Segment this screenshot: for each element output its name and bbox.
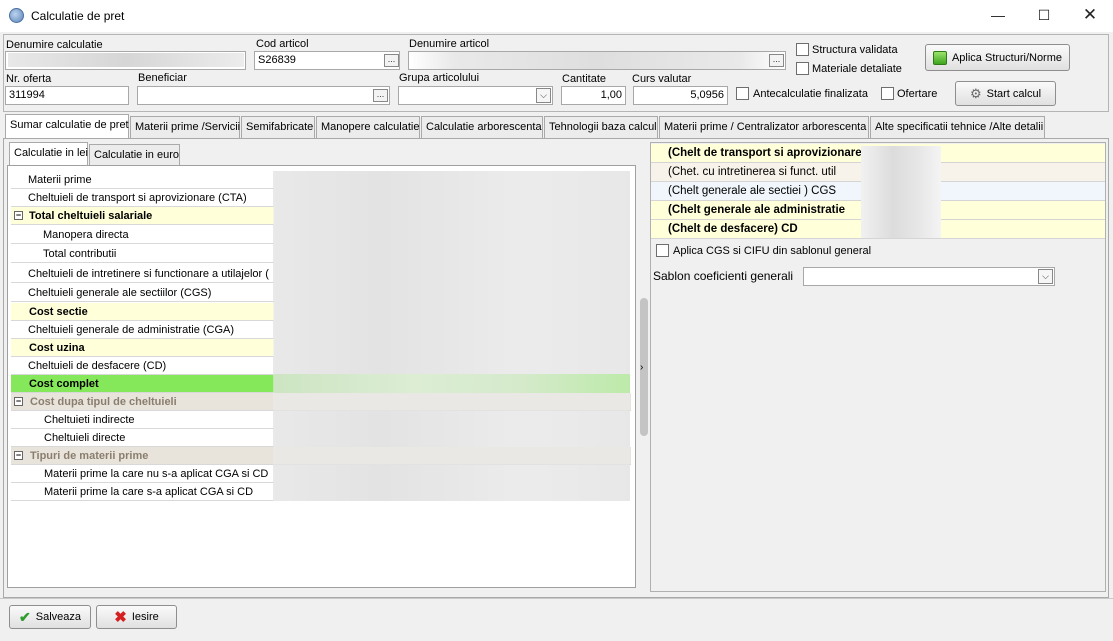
grid-row[interactable]: Cheltuieli generale de administratie (CG… [11,321,274,339]
aplica-cgs-checkbox[interactable] [656,244,669,257]
collapse-icon[interactable]: − [14,211,23,220]
start-calcul-button[interactable]: ⚙ Start calcul [955,81,1056,106]
ofertare-checkbox[interactable] [881,87,894,100]
tab-sumar[interactable]: Sumar calculatie de pret [5,114,129,139]
tab-alte-specificatii[interactable]: Alte specificatii tehnice /Alte detalii [870,116,1045,138]
sablon-select[interactable] [803,267,1055,286]
subtab-euro[interactable]: Calculatie in euro [89,144,180,165]
checkmark-icon: ✔ [19,608,31,625]
beneficiar-input[interactable] [137,86,390,105]
aplica-cgs-label: Aplica CGS si CIFU din sablonul general [673,245,872,257]
tab-manopere[interactable]: Manopere calculatie [316,116,420,138]
nr-oferta-label: Nr. oferta [6,73,52,85]
exit-button[interactable]: ✖ Iesire [96,605,177,629]
cantitate-input[interactable]: 1,00 [561,86,626,105]
grid-row[interactable]: Cheltuieli de desfacere (CD) [11,357,274,375]
sablon-label: Sablon coeficienti generali [653,269,794,283]
grid-row[interactable]: Cheltuieli generale ale sectiilor (CGS) [11,284,274,302]
antecalculatie-finalizata-checkbox[interactable] [736,87,749,100]
collapse-icon[interactable]: − [14,451,23,460]
cod-articol-browse-button[interactable]: ... [384,54,399,67]
materiale-detaliate-checkbox[interactable] [796,62,809,75]
grupa-articolului-select[interactable] [398,86,553,105]
minimize-icon[interactable]: — [975,0,1021,30]
grid-row[interactable]: Cheltuieli de transport si aprovizionare… [11,189,274,207]
ofertare-label: Ofertare [897,88,938,100]
structura-validata-label: Structura validata [812,44,898,56]
chevron-down-icon[interactable]: ⌵ [1038,269,1053,284]
nr-oferta-input[interactable]: 311994 [5,86,129,105]
structura-validata-checkbox[interactable] [796,43,809,56]
title-bar: Calculatie de pret — ☐ ✕ [0,0,1113,32]
grid-row[interactable]: Materii prime la care s-a aplicat CGA si… [11,483,274,501]
cod-articol-input[interactable]: S26839 [254,51,400,70]
cod-articol-label: Cod articol [256,38,309,50]
tab-tehnologii[interactable]: Tehnologii baza calcul [544,116,658,138]
grid-row[interactable]: Materii prime la care nu s-a aplicat CGA… [11,465,274,483]
chevron-right-icon[interactable]: › [640,362,643,373]
app-icon [9,8,24,23]
grid-row[interactable]: Cost uzina [11,339,274,357]
aplica-structuri-button[interactable]: Aplica Structuri/Norme [925,44,1070,71]
grid-row[interactable]: Cheltuieli de intretinere si functionare… [11,265,274,283]
maximize-icon[interactable]: ☐ [1021,0,1067,30]
materiale-detaliate-label: Materiale detaliate [812,63,902,75]
tab-materii-prime[interactable]: Materii prime /Servicii [130,116,240,138]
beneficiar-label: Beneficiar [138,72,187,84]
chevron-down-icon[interactable]: ⌵ [536,88,551,103]
curs-valutar-label: Curs valutar [632,73,692,85]
values-overlay [273,171,630,501]
denumire-articol-browse-button[interactable]: ... [769,54,784,67]
grupa-articolului-label: Grupa articolului [399,72,480,84]
grid-row[interactable]: Cheltuieti indirecte [11,411,274,429]
beneficiar-browse-button[interactable]: ... [373,89,388,102]
denumire-articol-label: Denumire articol [409,38,490,50]
tab-calculatie-arborescenta[interactable]: Calculatie arborescenta [421,116,543,138]
save-label: Salveaza [35,611,81,623]
save-button[interactable]: ✔ Salveaza [9,605,91,629]
tab-semifabricate[interactable]: Semifabricate [241,116,315,138]
collapse-icon[interactable]: − [14,397,23,406]
coef-values-blurred [861,146,941,238]
grid-row[interactable]: Cheltuieli directe [11,429,274,447]
grid-row[interactable]: Total contributii [11,245,274,263]
tab-centralizator[interactable]: Materii prime / Centralizator arborescen… [659,116,869,138]
start-calcul-label: Start calcul [986,87,1042,100]
grid-row[interactable]: Manopera directa [11,226,274,244]
antecalculatie-finalizata-label: Antecalculatie finalizata [753,88,868,100]
close-icon: ✖ [114,609,127,626]
grid-row[interactable]: Cost sectie [11,303,274,321]
grid-row[interactable]: Cost complet [11,375,274,393]
gear-icon: ⚙ [969,85,982,101]
window-title: Calculatie de pret [31,9,125,23]
denumire-articol-input[interactable] [408,51,786,70]
grid-row[interactable]: Total cheltuieli salariale [11,207,274,225]
cantitate-label: Cantitate [562,73,607,85]
exit-label: Iesire [131,611,159,623]
blurred-value [8,53,244,67]
grid-row[interactable]: Materii prime [11,171,274,189]
curs-valutar-input[interactable]: 5,0956 [633,86,728,105]
aplica-structuri-label: Aplica Structuri/Norme [951,51,1063,64]
subtab-lei[interactable]: Calculatie in lei [9,142,88,166]
denumire-calculatie-label: Denumire calculatie [6,39,103,51]
close-icon[interactable]: ✕ [1067,0,1113,30]
apply-icon [932,50,947,65]
